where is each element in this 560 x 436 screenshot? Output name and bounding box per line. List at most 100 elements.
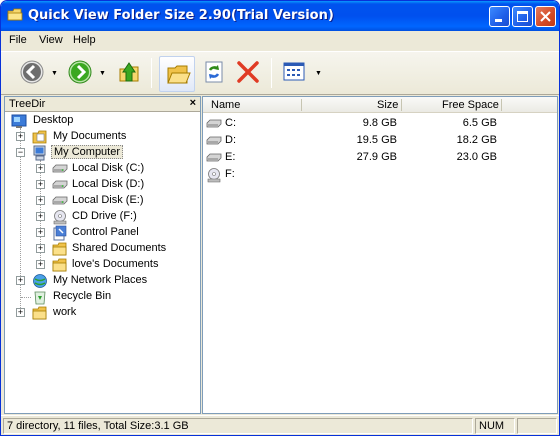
hard-drive-icon bbox=[206, 119, 222, 128]
tree-title: TreeDir bbox=[9, 98, 46, 110]
tree-node-shared-documents[interactable]: + Shared Documents bbox=[25, 241, 201, 257]
maximize-button[interactable] bbox=[512, 6, 533, 27]
folder-button[interactable] bbox=[159, 56, 195, 92]
control-panel-icon bbox=[53, 225, 67, 241]
collapse-icon[interactable]: − bbox=[16, 148, 25, 157]
column-divider[interactable] bbox=[301, 99, 302, 111]
delete-icon[interactable] bbox=[235, 59, 261, 85]
menu-bar: File View Help bbox=[1, 31, 559, 50]
column-header-free-space[interactable]: Free Space bbox=[442, 99, 499, 111]
tree-node-my-documents[interactable]: + My Documents bbox=[5, 129, 201, 145]
expand-icon[interactable]: + bbox=[36, 212, 45, 221]
column-divider[interactable] bbox=[501, 99, 502, 111]
expand-icon[interactable]: + bbox=[36, 180, 45, 189]
back-dropdown-icon[interactable]: ▼ bbox=[51, 70, 58, 77]
tree-node-recycle-bin[interactable]: Recycle Bin bbox=[5, 289, 201, 305]
expand-icon[interactable]: + bbox=[36, 164, 45, 173]
expand-icon[interactable]: + bbox=[36, 196, 45, 205]
tree-node-local-disk-d[interactable]: + Local Disk (D:) bbox=[25, 177, 201, 193]
hard-drive-icon bbox=[52, 196, 68, 205]
folder-icon bbox=[52, 258, 67, 272]
close-icon bbox=[540, 11, 551, 22]
folder-icon bbox=[52, 242, 67, 256]
tree-node-label: My Network Places bbox=[53, 274, 148, 286]
menu-file[interactable]: File bbox=[9, 34, 27, 46]
tree-node-label: My Documents bbox=[53, 130, 127, 142]
tree-node-label: CD Drive (F:) bbox=[72, 210, 137, 222]
hard-drive-icon bbox=[206, 153, 222, 162]
toolbar: ▼ ▼ ▼ bbox=[1, 51, 559, 95]
list-row[interactable]: E: 27.9 GB 23.0 GB bbox=[203, 149, 557, 166]
expand-icon[interactable]: + bbox=[16, 132, 25, 141]
list-row[interactable]: C: 9.8 GB 6.5 GB bbox=[203, 115, 557, 132]
expand-icon[interactable]: + bbox=[16, 276, 25, 285]
title-bar[interactable]: Quick View Folder Size 2.90(Trial Versio… bbox=[1, 1, 559, 31]
row-size: 9.8 GB bbox=[362, 117, 397, 129]
tree-node-my-network-places[interactable]: + My Network Places bbox=[5, 273, 201, 289]
row-name: C: bbox=[225, 117, 236, 129]
forward-dropdown-icon[interactable]: ▼ bbox=[99, 70, 106, 77]
forward-icon[interactable] bbox=[67, 59, 93, 85]
computer-icon bbox=[33, 145, 46, 161]
desktop-icon bbox=[11, 114, 27, 128]
list-row[interactable]: F: bbox=[203, 166, 557, 183]
tree-node-my-computer[interactable]: − My Computer bbox=[5, 145, 201, 161]
column-header-name[interactable]: Name bbox=[211, 99, 240, 111]
tree-node-loves-documents[interactable]: + love's Documents bbox=[25, 257, 201, 273]
window-title: Quick View Folder Size 2.90(Trial Versio… bbox=[28, 8, 334, 23]
tree-node-label: My Computer bbox=[51, 145, 124, 159]
tree-node-local-disk-c[interactable]: + Local Disk (C:) bbox=[25, 161, 201, 177]
tree-node-label: Local Disk (C:) bbox=[72, 162, 145, 174]
expand-icon[interactable]: + bbox=[36, 228, 45, 237]
cd-drive-icon bbox=[207, 168, 221, 183]
cd-drive-icon bbox=[53, 210, 67, 225]
list-row[interactable]: D: 19.5 GB 18.2 GB bbox=[203, 132, 557, 149]
expand-icon[interactable]: + bbox=[36, 260, 45, 269]
hard-drive-icon bbox=[52, 164, 68, 173]
row-name: D: bbox=[225, 134, 236, 146]
tree-close-button[interactable]: × bbox=[190, 97, 196, 109]
close-button[interactable] bbox=[535, 6, 556, 27]
tree-node-control-panel[interactable]: + Control Panel bbox=[25, 225, 201, 241]
tree-header: TreeDir × bbox=[5, 97, 200, 112]
row-free-space: 23.0 GB bbox=[456, 151, 497, 163]
expand-icon[interactable]: + bbox=[36, 244, 45, 253]
row-name: E: bbox=[225, 151, 236, 163]
back-icon[interactable] bbox=[19, 59, 45, 85]
up-folder-icon[interactable] bbox=[116, 59, 142, 85]
view-dropdown-icon[interactable]: ▼ bbox=[315, 70, 322, 77]
tree-node-label: Local Disk (E:) bbox=[72, 194, 144, 206]
refresh-icon[interactable] bbox=[201, 59, 227, 85]
menu-help[interactable]: Help bbox=[73, 34, 96, 46]
tree-node-label: Control Panel bbox=[72, 226, 139, 238]
tree-node-cd-drive-f[interactable]: + CD Drive (F:) bbox=[25, 209, 201, 225]
column-divider[interactable] bbox=[401, 99, 402, 111]
minimize-button[interactable] bbox=[489, 6, 510, 27]
tree-node-label: Recycle Bin bbox=[53, 290, 112, 302]
status-num-lock: NUM bbox=[475, 418, 515, 434]
recycle-bin-icon bbox=[34, 291, 46, 305]
folder-icon bbox=[32, 130, 47, 144]
toolbar-separator bbox=[151, 58, 152, 88]
row-size: 19.5 GB bbox=[356, 134, 397, 146]
tree-node-desktop[interactable]: Desktop bbox=[11, 113, 201, 129]
tree-panel: TreeDir × Desktop + My Documents − My Co… bbox=[4, 96, 201, 414]
tree-node-label: Local Disk (D:) bbox=[72, 178, 145, 190]
row-free-space: 18.2 GB bbox=[456, 134, 497, 146]
status-summary: 7 directory, 11 files, Total Size:3.1 GB bbox=[3, 418, 473, 434]
row-size: 27.9 GB bbox=[356, 151, 397, 163]
expand-icon[interactable]: + bbox=[16, 308, 25, 317]
tree-node-label: Desktop bbox=[33, 114, 74, 126]
tree-node-label: work bbox=[53, 306, 77, 318]
maximize-icon bbox=[517, 11, 528, 22]
tree-node-label: Shared Documents bbox=[72, 242, 167, 254]
row-name: F: bbox=[225, 168, 235, 180]
view-mode-icon[interactable] bbox=[281, 59, 307, 85]
menu-view[interactable]: View bbox=[39, 34, 63, 46]
column-header-size[interactable]: Size bbox=[377, 99, 398, 111]
tree-node-work[interactable]: + work bbox=[5, 305, 201, 321]
folder-icon bbox=[167, 65, 191, 84]
tree-connector bbox=[21, 297, 31, 298]
tree-node-local-disk-e[interactable]: + Local Disk (E:) bbox=[25, 193, 201, 209]
folder-icon bbox=[32, 306, 47, 320]
